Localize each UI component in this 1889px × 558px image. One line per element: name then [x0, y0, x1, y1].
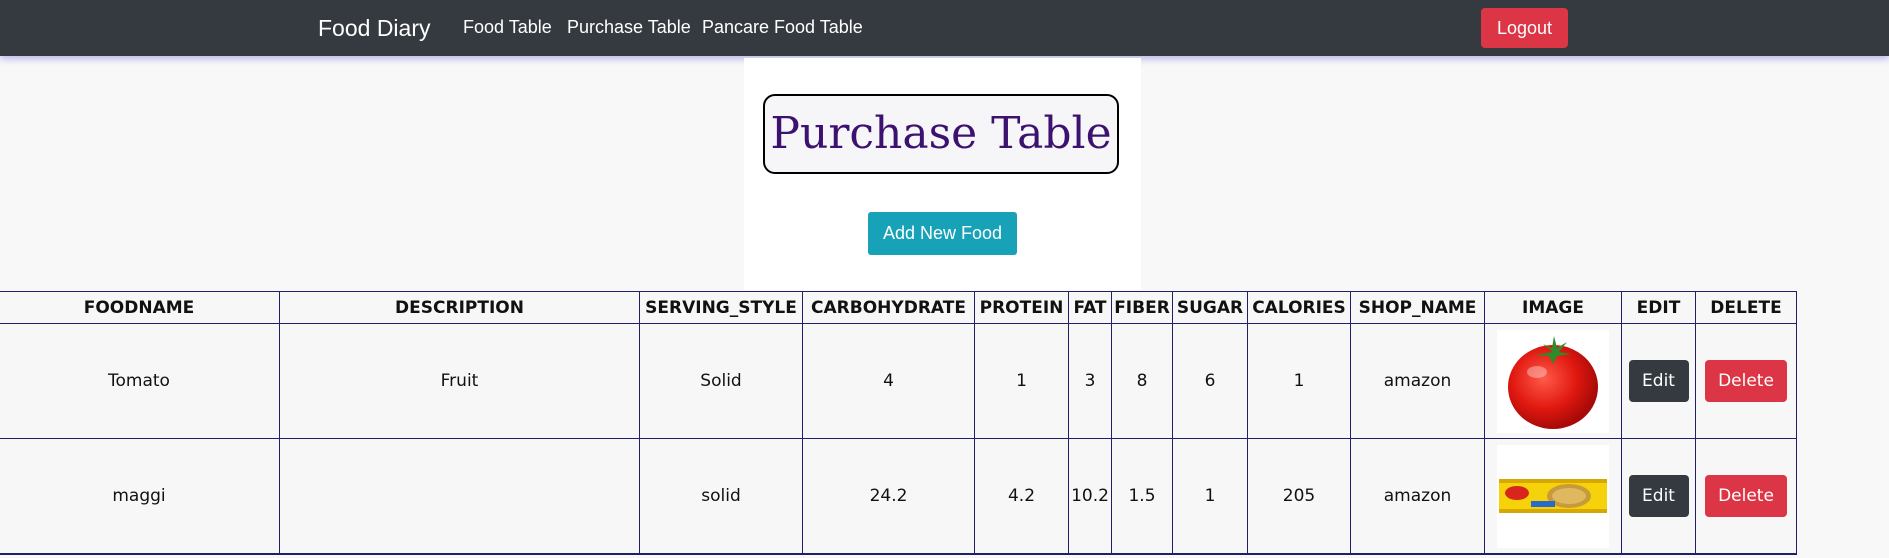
- header-delete: DELETE: [1695, 291, 1797, 324]
- cell-protein: 4.2: [974, 438, 1069, 555]
- cell-shop-name: amazon: [1350, 323, 1485, 439]
- cell-calories: 205: [1247, 438, 1351, 555]
- tomato-image: [1497, 329, 1609, 433]
- header-fat: FAT: [1068, 291, 1112, 324]
- table-header-row: FOODNAME DESCRIPTION SERVING_STYLE CARBO…: [0, 291, 1797, 324]
- table-row: maggi solid 24.2 4.2 10.2 1.5 1 205 amaz…: [0, 438, 1797, 555]
- cell-edit: Edit: [1621, 323, 1696, 439]
- cell-serving-style: Solid: [639, 323, 803, 439]
- brand[interactable]: Food Diary: [318, 13, 430, 43]
- cell-foodname: maggi: [0, 438, 280, 555]
- header-serving-style: SERVING_STYLE: [639, 291, 803, 324]
- nav-link-pancare-food-table[interactable]: Pancare Food Table: [702, 15, 863, 39]
- page-title: Purchase Table: [763, 94, 1119, 174]
- cell-delete: Delete: [1695, 323, 1797, 439]
- delete-button[interactable]: Delete: [1705, 360, 1787, 402]
- cell-carbohydrate: 24.2: [802, 438, 975, 555]
- cell-serving-style: solid: [639, 438, 803, 555]
- cell-fiber: 1.5: [1111, 438, 1173, 555]
- cell-fiber: 8: [1111, 323, 1173, 439]
- cell-calories: 1: [1247, 323, 1351, 439]
- table-row: Tomato Fruit Solid 4 1 3 8 6 1 amazon Ed…: [0, 323, 1797, 439]
- header-description: DESCRIPTION: [279, 291, 640, 324]
- nav-link-food-table[interactable]: Food Table: [463, 15, 552, 39]
- edit-button[interactable]: Edit: [1628, 475, 1689, 517]
- cell-delete: Delete: [1695, 438, 1797, 555]
- header-protein: PROTEIN: [974, 291, 1069, 324]
- header-foodname: FOODNAME: [0, 291, 280, 324]
- header-edit: EDIT: [1621, 291, 1696, 324]
- cell-fat: 3: [1068, 323, 1112, 439]
- header-shop-name: SHOP_NAME: [1350, 291, 1485, 324]
- cell-description: Fruit: [279, 323, 640, 439]
- header-calories: CALORIES: [1247, 291, 1351, 324]
- cell-sugar: 1: [1172, 438, 1248, 555]
- navbar: Food Diary Food Table Purchase Table Pan…: [0, 0, 1889, 56]
- purchase-table: FOODNAME DESCRIPTION SERVING_STYLE CARBO…: [0, 291, 1797, 555]
- cell-image: [1484, 323, 1622, 439]
- header-image: IMAGE: [1484, 291, 1622, 324]
- cell-image: [1484, 438, 1622, 555]
- cell-fat: 10.2: [1068, 438, 1112, 555]
- header-carbohydrate: CARBOHYDRATE: [802, 291, 975, 324]
- maggi-noodles-image: [1497, 444, 1609, 548]
- header-sugar: SUGAR: [1172, 291, 1248, 324]
- cell-sugar: 6: [1172, 323, 1248, 439]
- nav-link-purchase-table[interactable]: Purchase Table: [567, 15, 691, 39]
- cell-carbohydrate: 4: [802, 323, 975, 439]
- header-fiber: FIBER: [1111, 291, 1173, 324]
- delete-button[interactable]: Delete: [1705, 475, 1787, 517]
- cell-protein: 1: [974, 323, 1069, 439]
- cell-edit: Edit: [1621, 438, 1696, 555]
- cell-description: [279, 438, 640, 555]
- header-panel: [744, 58, 1141, 290]
- logout-button[interactable]: Logout: [1481, 8, 1568, 48]
- cell-shop-name: amazon: [1350, 438, 1485, 555]
- cell-foodname: Tomato: [0, 323, 280, 439]
- edit-button[interactable]: Edit: [1628, 360, 1689, 402]
- add-new-food-button[interactable]: Add New Food: [868, 212, 1017, 255]
